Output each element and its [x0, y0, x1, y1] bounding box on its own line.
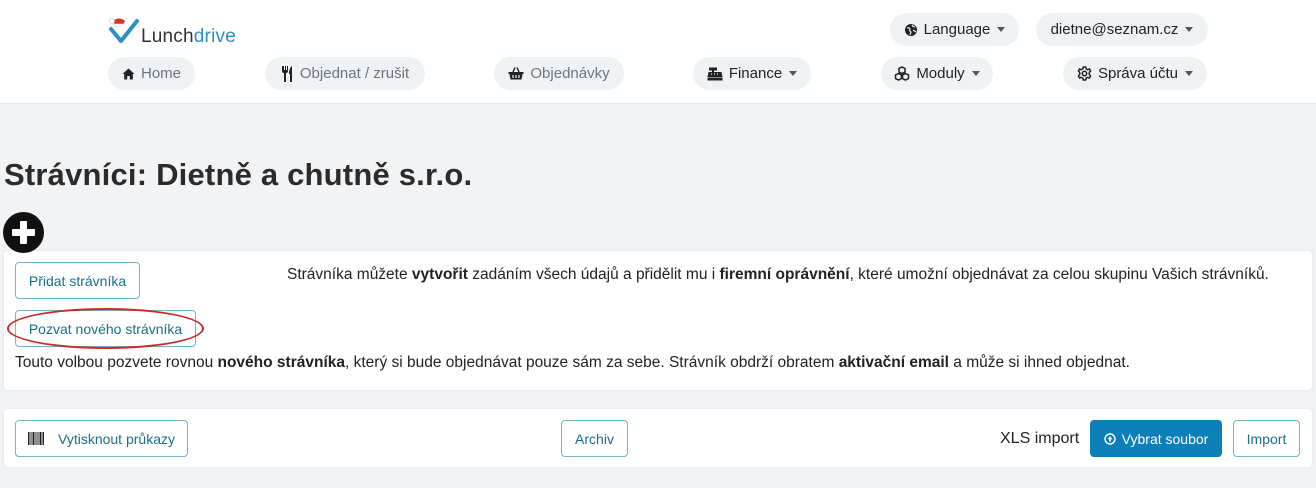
- print-cards-button[interactable]: Vytisknout průkazy: [15, 420, 188, 457]
- nav-orders[interactable]: Objednávky: [494, 57, 624, 90]
- nav-home-label: Home: [140, 65, 181, 82]
- nav-modules-label: Moduly: [916, 65, 965, 82]
- nav-account-label: Správa účtu: [1097, 65, 1179, 82]
- add-diner-button[interactable]: Přidat strávníka: [15, 262, 140, 299]
- top-navbar: Lunchdrive Language dietne@seznam.cz Hom…: [0, 0, 1316, 104]
- chevron-down-icon: [789, 71, 798, 76]
- chevron-down-icon: [1185, 27, 1194, 32]
- xls-import-label: XLS import: [1000, 430, 1080, 447]
- nav-modules-dropdown[interactable]: Moduly: [881, 57, 993, 90]
- choose-file-button[interactable]: Vybrat soubor: [1090, 420, 1222, 457]
- archive-label: Archiv: [575, 430, 614, 447]
- gear-icon: [1077, 66, 1092, 81]
- language-label: Language: [923, 21, 991, 38]
- add-diner-button-label: Přidat strávníka: [28, 272, 127, 289]
- highlight-ellipse: [7, 308, 204, 349]
- utensils-icon: [281, 65, 294, 82]
- page-title: Strávníci: Dietně a chutně s.r.o.: [4, 157, 473, 192]
- import-label: Import: [1246, 430, 1287, 447]
- nav-orders-label: Objednávky: [530, 65, 610, 82]
- logo-icon: [107, 15, 141, 49]
- nav-finance-dropdown[interactable]: Finance: [693, 57, 811, 90]
- choose-file-label: Vybrat soubor: [1121, 430, 1209, 447]
- user-email: dietne@seznam.cz: [1050, 21, 1179, 38]
- home-icon: [122, 68, 135, 80]
- nav-order-label: Objednat / zrušit: [299, 65, 410, 82]
- lunchdrive-logo[interactable]: Lunchdrive: [107, 14, 236, 50]
- chevron-down-icon: [1185, 71, 1194, 76]
- nav-account-dropdown[interactable]: Správa účtu: [1063, 57, 1207, 90]
- logo-text: Lunchdrive: [141, 26, 236, 47]
- add-diner-description: Strávníka můžete vytvořit zadáním všech …: [287, 266, 1269, 283]
- cubes-icon: [894, 66, 910, 81]
- barcode-icon: [28, 432, 44, 445]
- basket-icon: [508, 67, 524, 80]
- invite-diner-description: Touto volbou pozvete rovnou nového stráv…: [15, 354, 1130, 371]
- nav-home[interactable]: Home: [108, 57, 195, 90]
- chevron-down-icon: [997, 27, 1006, 32]
- nav-order[interactable]: Objednat / zrušit: [265, 57, 425, 90]
- user-menu-dropdown[interactable]: dietne@seznam.cz: [1036, 13, 1208, 46]
- chevron-down-icon: [971, 71, 980, 76]
- print-cards-label: Vytisknout průkazy: [58, 430, 175, 447]
- nav-finance-label: Finance: [728, 65, 783, 82]
- upload-circle-icon: [1103, 432, 1116, 445]
- cash-register-icon: [707, 67, 723, 81]
- globe-icon: [904, 23, 918, 37]
- plus-circle-icon[interactable]: [3, 212, 44, 253]
- archive-button[interactable]: Archiv: [561, 420, 628, 457]
- language-dropdown[interactable]: Language: [890, 13, 1019, 46]
- import-button[interactable]: Import: [1233, 420, 1300, 457]
